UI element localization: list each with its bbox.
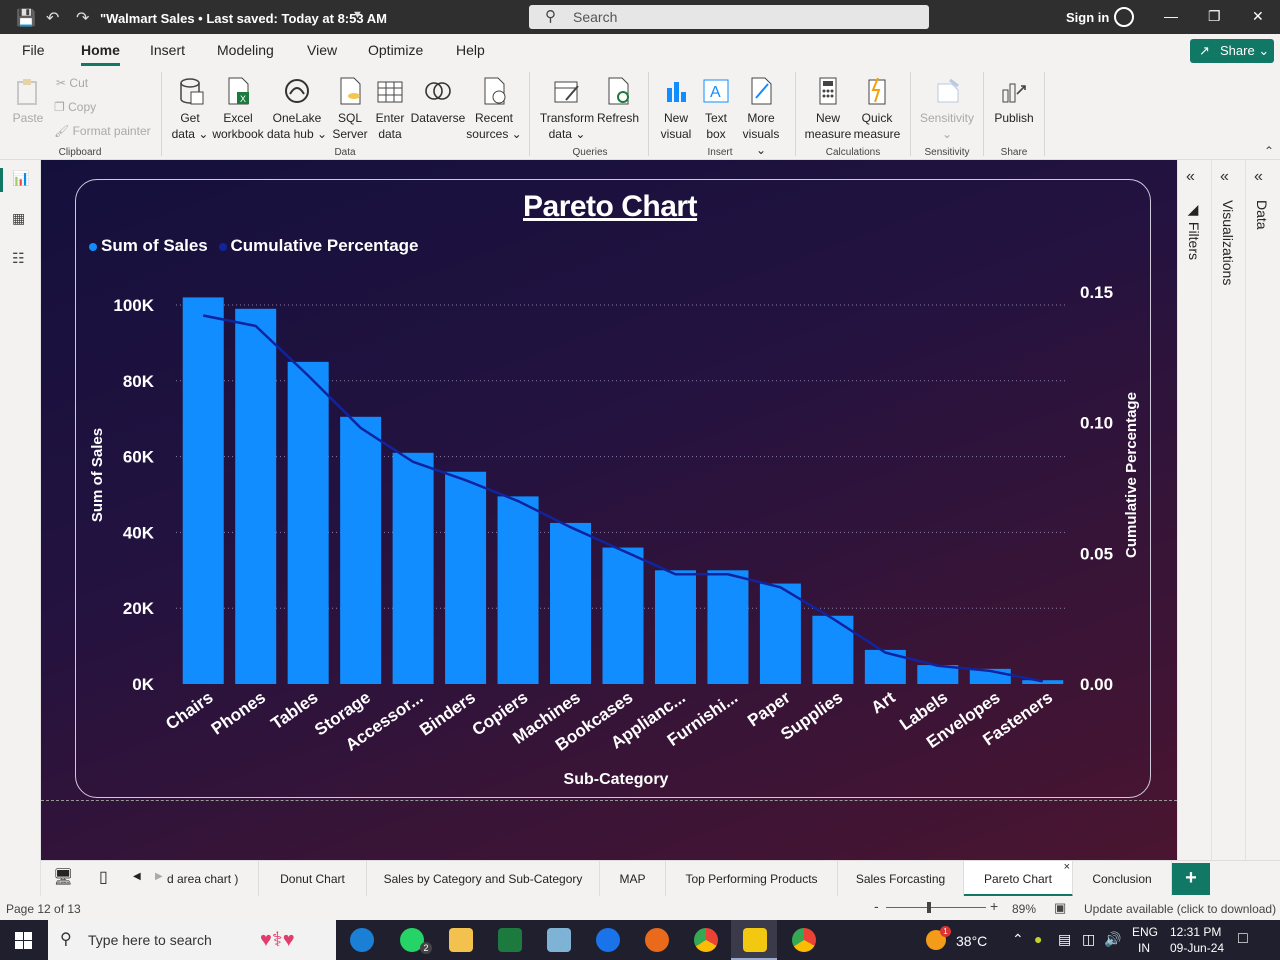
scroll-left-icon[interactable]: ◀ (133, 871, 141, 882)
taskbar-search-placeholder: Type here to search (88, 932, 212, 948)
bar-accessor (392, 452, 434, 684)
tab-area-chart[interactable]: d area chart ) (167, 861, 259, 897)
x-axis-title: Sub-Category (564, 771, 669, 788)
expand-filters-icon[interactable]: « (1186, 168, 1195, 186)
zoom-slider-thumb[interactable] (927, 902, 931, 913)
scroll-right-icon[interactable]: ▶ (155, 871, 163, 882)
zoom-out-icon[interactable]: - (874, 898, 879, 914)
settings-app-icon[interactable] (596, 928, 620, 952)
tab-sales-forcasting[interactable]: Sales Forcasting (838, 861, 964, 897)
mobile-layout-icon[interactable]: ▯ (99, 867, 108, 887)
language-region[interactable]: IN (1138, 941, 1150, 955)
filters-pane[interactable]: « ◢ Filters (1177, 160, 1211, 860)
y-tick-label: 80K (123, 372, 155, 391)
whatsapp-badge: 2 (420, 942, 432, 954)
bar-tables (287, 361, 329, 684)
visualizations-label: Visualizations (1220, 200, 1236, 286)
tab-pareto-chart-label: Pareto Chart (983, 872, 1053, 886)
visualizations-pane[interactable]: « Visualizations (1211, 160, 1245, 860)
clock-time[interactable]: 12:31 PM (1170, 925, 1221, 939)
bar-phones (235, 308, 277, 684)
page-boundary-line (41, 800, 1177, 801)
x-tick-label: Phones (208, 688, 269, 739)
zoom-in-icon[interactable]: + (990, 898, 998, 914)
bar-applianc (654, 570, 696, 684)
excel-taskbar-icon[interactable] (498, 928, 522, 952)
y2-tick-label: 0.15 (1080, 283, 1113, 302)
bar-copiers (497, 496, 539, 684)
page-tabs-bar: 🖥 ▯ ◀ ▶ d area chart ) Donut Chart Sales… (41, 860, 1280, 897)
status-bar: Page 12 of 13 - + 89% ▣ Update available… (0, 896, 1280, 920)
update-available-link[interactable]: Update available (click to download) (1084, 902, 1276, 916)
bar-machines (550, 522, 592, 684)
filters-label: ◢ Filters (1186, 202, 1202, 261)
y-axis-title: Sum of Sales (89, 428, 106, 522)
bar-chairs (182, 297, 224, 684)
language-code[interactable]: ENG (1132, 925, 1158, 939)
notepad-icon[interactable] (547, 928, 571, 952)
y-tick-label: 20K (123, 599, 155, 618)
y-tick-label: 40K (123, 523, 155, 542)
bar-paper (759, 583, 801, 684)
add-page-button[interactable]: + (1172, 863, 1210, 895)
bar-storage (340, 416, 382, 684)
file-explorer-icon[interactable] (449, 928, 473, 952)
x-tick-label: Binders (416, 688, 479, 740)
tab-conclusion[interactable]: Conclusion (1073, 861, 1172, 897)
chrome-icon[interactable] (694, 928, 718, 952)
x-tick-label: Art (868, 688, 899, 718)
windows-taskbar: ⚲ Type here to search ♥⚕♥ 2 1 38°C ⌃ ● ▤… (0, 920, 1280, 960)
tab-top-performing-products[interactable]: Top Performing Products (666, 861, 838, 897)
tray-expand-icon[interactable]: ⌃ (1012, 931, 1024, 948)
taskbar-search-icon: ⚲ (60, 931, 72, 948)
expand-data-icon[interactable]: « (1254, 168, 1263, 186)
data-pane[interactable]: « Data (1245, 160, 1280, 860)
clock-date[interactable]: 09-Jun-24 (1170, 941, 1224, 955)
powerbi-icon[interactable] (743, 928, 767, 952)
filters-text: Filters (1186, 221, 1202, 261)
page-indicator: Page 12 of 13 (6, 902, 81, 916)
device-icon[interactable]: ▤ (1058, 931, 1071, 948)
x-tick-label: Chairs (162, 688, 216, 734)
windows-start-icon[interactable] (15, 932, 32, 949)
pareto-chart: 0K 20K 40K 60K 80K 100K 0.00 0.05 0.10 0.15 Chairs… (89, 283, 1140, 788)
data-pane-label: Data (1254, 200, 1270, 230)
tab-sales-by-category[interactable]: Sales by Category and Sub-Category (367, 861, 600, 897)
zoom-level: 89% (1012, 902, 1037, 916)
notifications-icon[interactable]: □ (1238, 930, 1248, 948)
fit-to-page-icon[interactable]: ▣ (1054, 900, 1066, 916)
volume-icon[interactable]: 🔊 (1104, 931, 1121, 948)
bar-bookcases (602, 547, 644, 684)
tab-donut-chart[interactable]: Donut Chart (259, 861, 367, 897)
weather-temp: 38°C (956, 933, 988, 949)
y-tick-label: 0K (132, 675, 154, 694)
bar-binders (445, 471, 487, 684)
edge-icon[interactable] (350, 928, 374, 952)
y2-tick-label: 0.00 (1080, 675, 1113, 694)
y2-tick-label: 0.05 (1080, 544, 1113, 563)
chrome-profile-icon[interactable] (792, 928, 816, 952)
expand-visualizations-icon[interactable]: « (1220, 168, 1229, 186)
tab-pareto-chart[interactable]: Pareto Chart × (964, 861, 1073, 897)
tab-map[interactable]: MAP (600, 861, 666, 897)
recovery-app-icon[interactable] (645, 928, 669, 952)
search-highlight-icon: ♥⚕♥ (260, 929, 295, 951)
y-tick-label: 60K (123, 448, 155, 467)
desktop-layout-icon[interactable]: 🖥 (53, 867, 73, 887)
network-icon[interactable]: ◫ (1082, 931, 1095, 948)
bar-furnishi (707, 570, 749, 684)
weather-badge: 1 (940, 926, 951, 937)
taskbar-search[interactable]: ⚲ Type here to search ♥⚕♥ (48, 920, 336, 960)
tray-app-icon[interactable]: ● (1034, 931, 1042, 947)
y2-axis-title: Cumulative Percentage (1123, 392, 1140, 558)
y2-tick-label: 0.10 (1080, 414, 1113, 433)
bar-supplies (812, 615, 854, 684)
y-tick-label: 100K (113, 296, 154, 315)
zoom-slider[interactable] (886, 907, 986, 908)
close-tab-icon[interactable]: × (1064, 849, 1070, 885)
